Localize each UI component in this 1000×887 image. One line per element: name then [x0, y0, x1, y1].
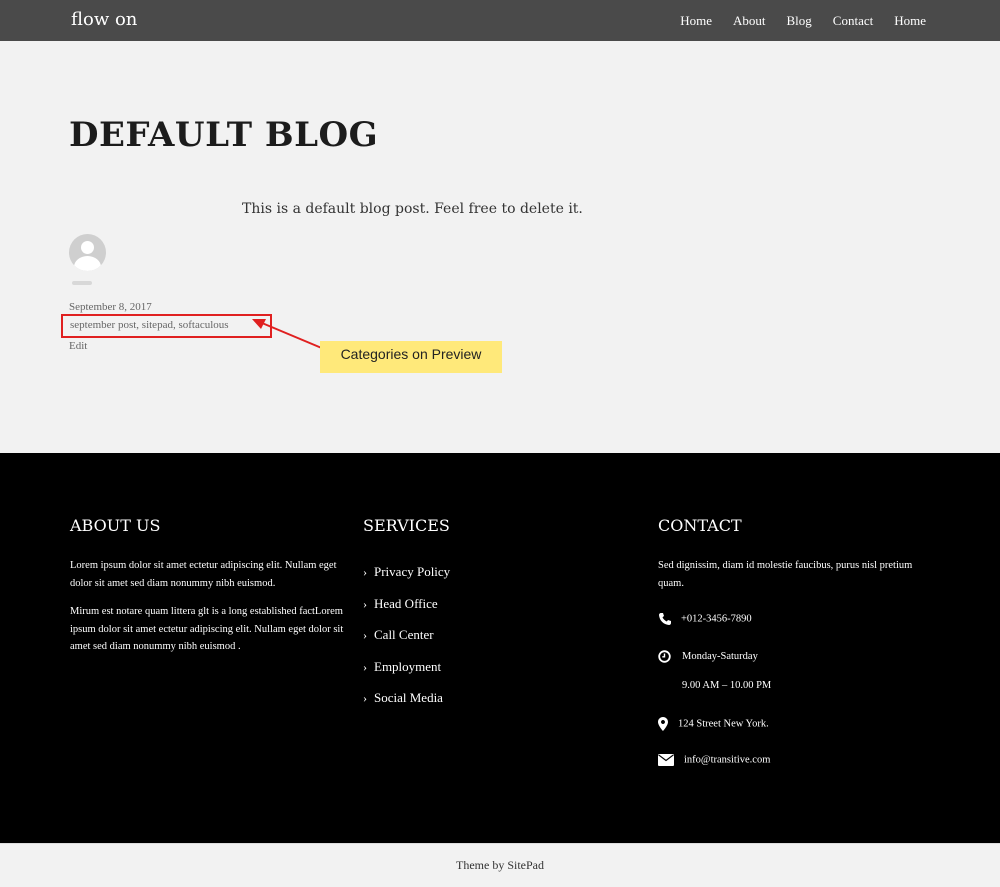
nav-link-contact[interactable]: Contact	[833, 13, 873, 29]
post-body: This is a default blog post. Feel free t…	[242, 201, 583, 217]
nav-link-blog[interactable]: Blog	[786, 13, 811, 29]
main-content: DEFAULT BLOG This is a default blog post…	[0, 41, 1000, 453]
callout-arrow	[252, 319, 325, 350]
avatar-shoulders-shape	[74, 256, 101, 271]
service-link-social-media[interactable]: › Social Media	[363, 690, 450, 722]
contact-intro: Sed dignissim, diam id molestie faucibus…	[658, 560, 913, 589]
chevron-right-icon: ›	[363, 691, 367, 705]
service-label: Privacy Policy	[374, 564, 451, 579]
service-link-employment[interactable]: › Employment	[363, 659, 450, 691]
phone-icon	[659, 613, 671, 625]
about-heading: ABOUT US	[70, 516, 161, 535]
post-edit-link[interactable]: Edit	[69, 340, 87, 352]
contact-email[interactable]: info@transitive.com	[684, 754, 770, 765]
service-link-head-office[interactable]: › Head Office	[363, 596, 450, 628]
chevron-right-icon: ›	[363, 628, 367, 642]
services-heading: SERVICES	[363, 516, 450, 535]
contact-address-row: 124 Street New York.	[658, 717, 769, 731]
categories-highlight-box	[61, 314, 272, 338]
about-paragraph-2: Mirum est notare quam littera glt is a l…	[70, 606, 344, 652]
about-paragraph-1: Lorem ipsum dolor sit amet ectetur adipi…	[70, 560, 337, 589]
callout-label: Categories on Preview	[320, 341, 502, 373]
service-link-privacy-policy[interactable]: › Privacy Policy	[363, 564, 450, 596]
services-list: › Privacy Policy › Head Office › Call Cente…	[363, 564, 450, 722]
map-pin-icon	[658, 717, 668, 731]
author-avatar	[69, 234, 106, 271]
service-label: Call Center	[374, 627, 434, 642]
chevron-right-icon: ›	[363, 659, 367, 674]
contact-hours-time: 9.00 AM – 10.00 PM	[682, 680, 772, 691]
theme-credit[interactable]: Theme by SitePad	[0, 858, 1000, 873]
main-nav: Home About Blog Contact Home	[659, 13, 926, 29]
bottom-bar: Theme by SitePad	[0, 843, 1000, 887]
service-label: Employment	[374, 658, 442, 674]
service-link-call-center[interactable]: › Call Center	[363, 627, 450, 659]
chevron-right-icon: ›	[363, 596, 367, 611]
contact-phone[interactable]: +012-3456-7890	[681, 613, 752, 624]
contact-hours-row: Monday-Saturday	[658, 650, 758, 663]
envelope-icon	[658, 754, 674, 766]
nav-link-home-2[interactable]: Home	[894, 13, 926, 29]
contact-email-row: info@transitive.com	[658, 754, 770, 766]
site-footer: ABOUT US Lorem ipsum dolor sit amet ecte…	[0, 453, 1000, 843]
nav-link-home[interactable]: Home	[680, 13, 712, 29]
contact-heading: CONTACT	[658, 516, 742, 535]
site-header: flow on Home About Blog Contact Home	[0, 0, 1000, 41]
contact-days: Monday-Saturday	[682, 650, 758, 662]
author-name-blurred	[72, 281, 92, 285]
clock-icon	[658, 650, 671, 663]
contact-address: 124 Street New York.	[678, 718, 769, 730]
nav-link-about[interactable]: About	[733, 13, 766, 29]
service-label: Head Office	[374, 595, 438, 611]
site-brand[interactable]: flow on	[71, 9, 137, 30]
avatar-head-shape	[81, 241, 94, 254]
chevron-right-icon: ›	[363, 565, 367, 579]
post-date[interactable]: September 8, 2017	[69, 301, 152, 313]
contact-phone-row: +012-3456-7890	[658, 612, 752, 626]
page-title: DEFAULT BLOG	[69, 115, 379, 155]
service-label: Social Media	[374, 690, 443, 705]
